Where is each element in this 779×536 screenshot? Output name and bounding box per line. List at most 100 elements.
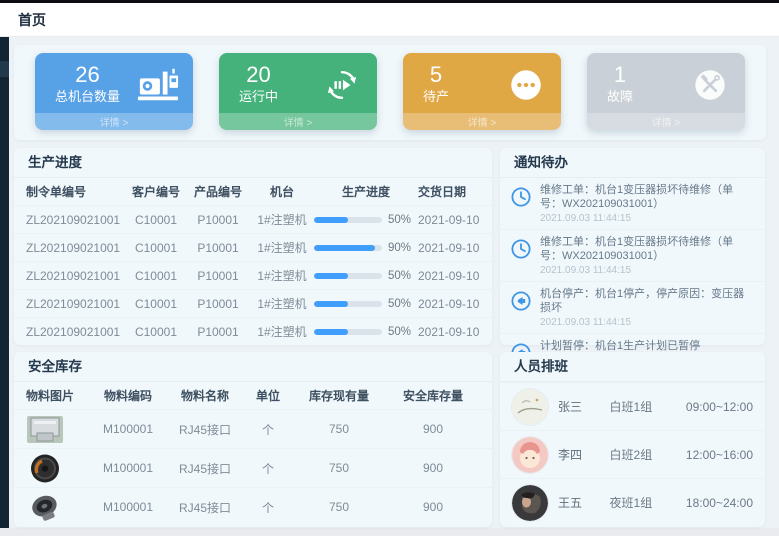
person-name: 王五 [558,494,610,511]
delivery-date: 2021-09-10 [418,213,480,227]
production-row: ZL202109021001 C10001 P10001 1#注塑机 50% 2… [14,317,492,345]
delivery-date: 2021-09-10 [418,325,480,339]
production-table-header: 制令单编号 客户编号 产品编号 机台 生产进度 交货日期 [14,178,492,205]
running-icon [321,66,363,104]
machine-name: 1#注塑机 [250,211,314,228]
progress-bar-track [314,245,382,251]
col-delivery-date: 交货日期 [418,183,480,200]
col-unit: 单位 [244,387,292,404]
customer-no: C10001 [126,213,186,227]
production-panel-title: 生产进度 [14,148,492,178]
safety-stock: 900 [386,422,480,436]
card-footer: 详情 > [403,113,561,130]
inventory-row: M100001 RJ45接口 个 750 900 [14,487,492,526]
customer-no: C10001 [126,325,186,339]
speaker-icon [510,290,532,312]
speaker-angle-image [26,492,64,523]
notification-item[interactable]: 机台停产：机台1停产，停产原因：变压器损坏 2021.09.03 11:44:1… [500,282,765,334]
material-name: RJ45接口 [166,421,244,438]
machine-name: 1#注塑机 [250,239,314,256]
material-image-cell [26,414,90,445]
notification-body: 维修工单：机台1变压器损坏待维修（单号：WX202109031001） 2021… [540,235,755,277]
shift-label: 夜班1组 [610,494,686,511]
production-row: ZL202109021001 C10001 P10001 1#注塑机 50% 2… [14,205,492,233]
notification-time: 2021.09.03 11:44:15 [540,212,755,225]
col-machine: 机台 [250,183,314,200]
unit: 个 [244,421,292,438]
production-row: ZL202109021001 C10001 P10001 1#注塑机 50% 2… [14,261,492,289]
personnel-schedule-panel: 人员排班 张三 白班1组 09:00~12:00 [500,352,765,527]
notification-time: 2021.09.03 11:44:15 [540,264,755,277]
notification-body: 机台停产：机台1停产，停产原因：变压器损坏 2021.09.03 11:44:1… [540,287,755,329]
delivery-date: 2021-09-10 [418,269,480,283]
waiting-detail-link[interactable]: 详情 > [468,118,497,129]
material-image-cell [26,492,90,523]
card-total-machines[interactable]: 26 总机台数量 详情 > [35,53,193,130]
running-detail-link[interactable]: 详情 > [284,118,313,129]
card-fault[interactable]: 1 故障 详情 > [587,53,745,130]
machine-name: 1#注塑机 [250,295,314,312]
col-order-no: 制令单编号 [26,183,126,200]
clock-icon [510,238,532,260]
progress-percent: 50% [388,326,411,338]
product-no: P10001 [186,325,250,339]
order-no: ZL202109021001 [26,269,126,283]
avatar-image-photo [512,485,548,521]
unit: 个 [244,460,292,477]
waiting-value: 5 [423,62,449,88]
product-no: P10001 [186,269,250,283]
progress-percent: 90% [388,242,411,254]
machine-name: 1#注塑机 [250,267,314,284]
fault-value: 1 [607,62,633,88]
repair-tools-icon [689,66,731,104]
progress-bar-fill [314,273,348,279]
rj45-connector-image [26,414,64,445]
card-waiting[interactable]: 5 待产 详情 > [403,53,561,130]
card-footer: 详情 > [587,113,745,130]
col-material-code: 物料编码 [90,387,166,404]
delivery-date: 2021-09-10 [418,297,480,311]
fault-detail-link[interactable]: 详情 > [652,118,681,129]
card-text: 20 运行中 [239,62,278,106]
running-value: 20 [239,62,278,88]
notification-item[interactable]: 维修工单：机台1变压器损坏待维修（单号：WX202109031001） 2021… [500,178,765,230]
progress-bar-track [314,273,382,279]
card-running[interactable]: 20 运行中 详情 > [219,53,377,130]
shift-time: 09:00~12:00 [686,400,753,414]
running-label: 运行中 [239,88,278,106]
avatar [512,485,548,521]
progress-cell: 50% [314,214,418,226]
card-text: 1 故障 [607,62,633,106]
col-customer-no: 客户编号 [126,183,186,200]
material-code: M100001 [90,461,166,475]
waiting-label: 待产 [423,88,449,106]
notification-text: 维修工单：机台1变压器损坏待维修（单号：WX202109031001） [540,235,755,263]
schedule-panel-title: 人员排班 [500,352,765,382]
customer-no: C10001 [126,241,186,255]
shift-label: 白班1组 [610,398,686,415]
col-material-name: 物料名称 [166,387,244,404]
progress-bar-fill [314,301,348,307]
notification-text: 机台停产：机台1停产，停产原因：变压器损坏 [540,287,755,315]
production-row: ZL202109021001 C10001 P10001 1#注塑机 50% 2… [14,289,492,317]
inventory-row: M100001 RJ45接口 个 750 900 [14,448,492,487]
shift-label: 白班2组 [610,446,686,463]
order-no: ZL202109021001 [26,297,126,311]
notification-item[interactable]: 维修工单：机台1变压器损坏待维修（单号：WX202109031001） 2021… [500,230,765,282]
progress-bar-track [314,301,382,307]
progress-percent: 50% [388,214,411,226]
progress-bar-track [314,217,382,223]
collapsed-sidebar[interactable] [0,37,9,528]
total-machines-detail-link[interactable]: 详情 > [100,118,129,129]
schedule-row: 张三 白班1组 09:00~12:00 [500,382,765,430]
material-name: RJ45接口 [166,499,244,516]
material-name: RJ45接口 [166,460,244,477]
card-text: 5 待产 [423,62,449,106]
avatar [512,437,548,473]
progress-cell: 50% [314,298,418,310]
sidebar-item-edge [0,61,9,77]
order-no: ZL202109021001 [26,325,126,339]
customer-no: C10001 [126,297,186,311]
notifications-panel: 通知待办 维修工单：机台1变压器损坏待维修（单号：WX202109031001）… [500,148,765,345]
total-machines-value: 26 [55,62,120,88]
